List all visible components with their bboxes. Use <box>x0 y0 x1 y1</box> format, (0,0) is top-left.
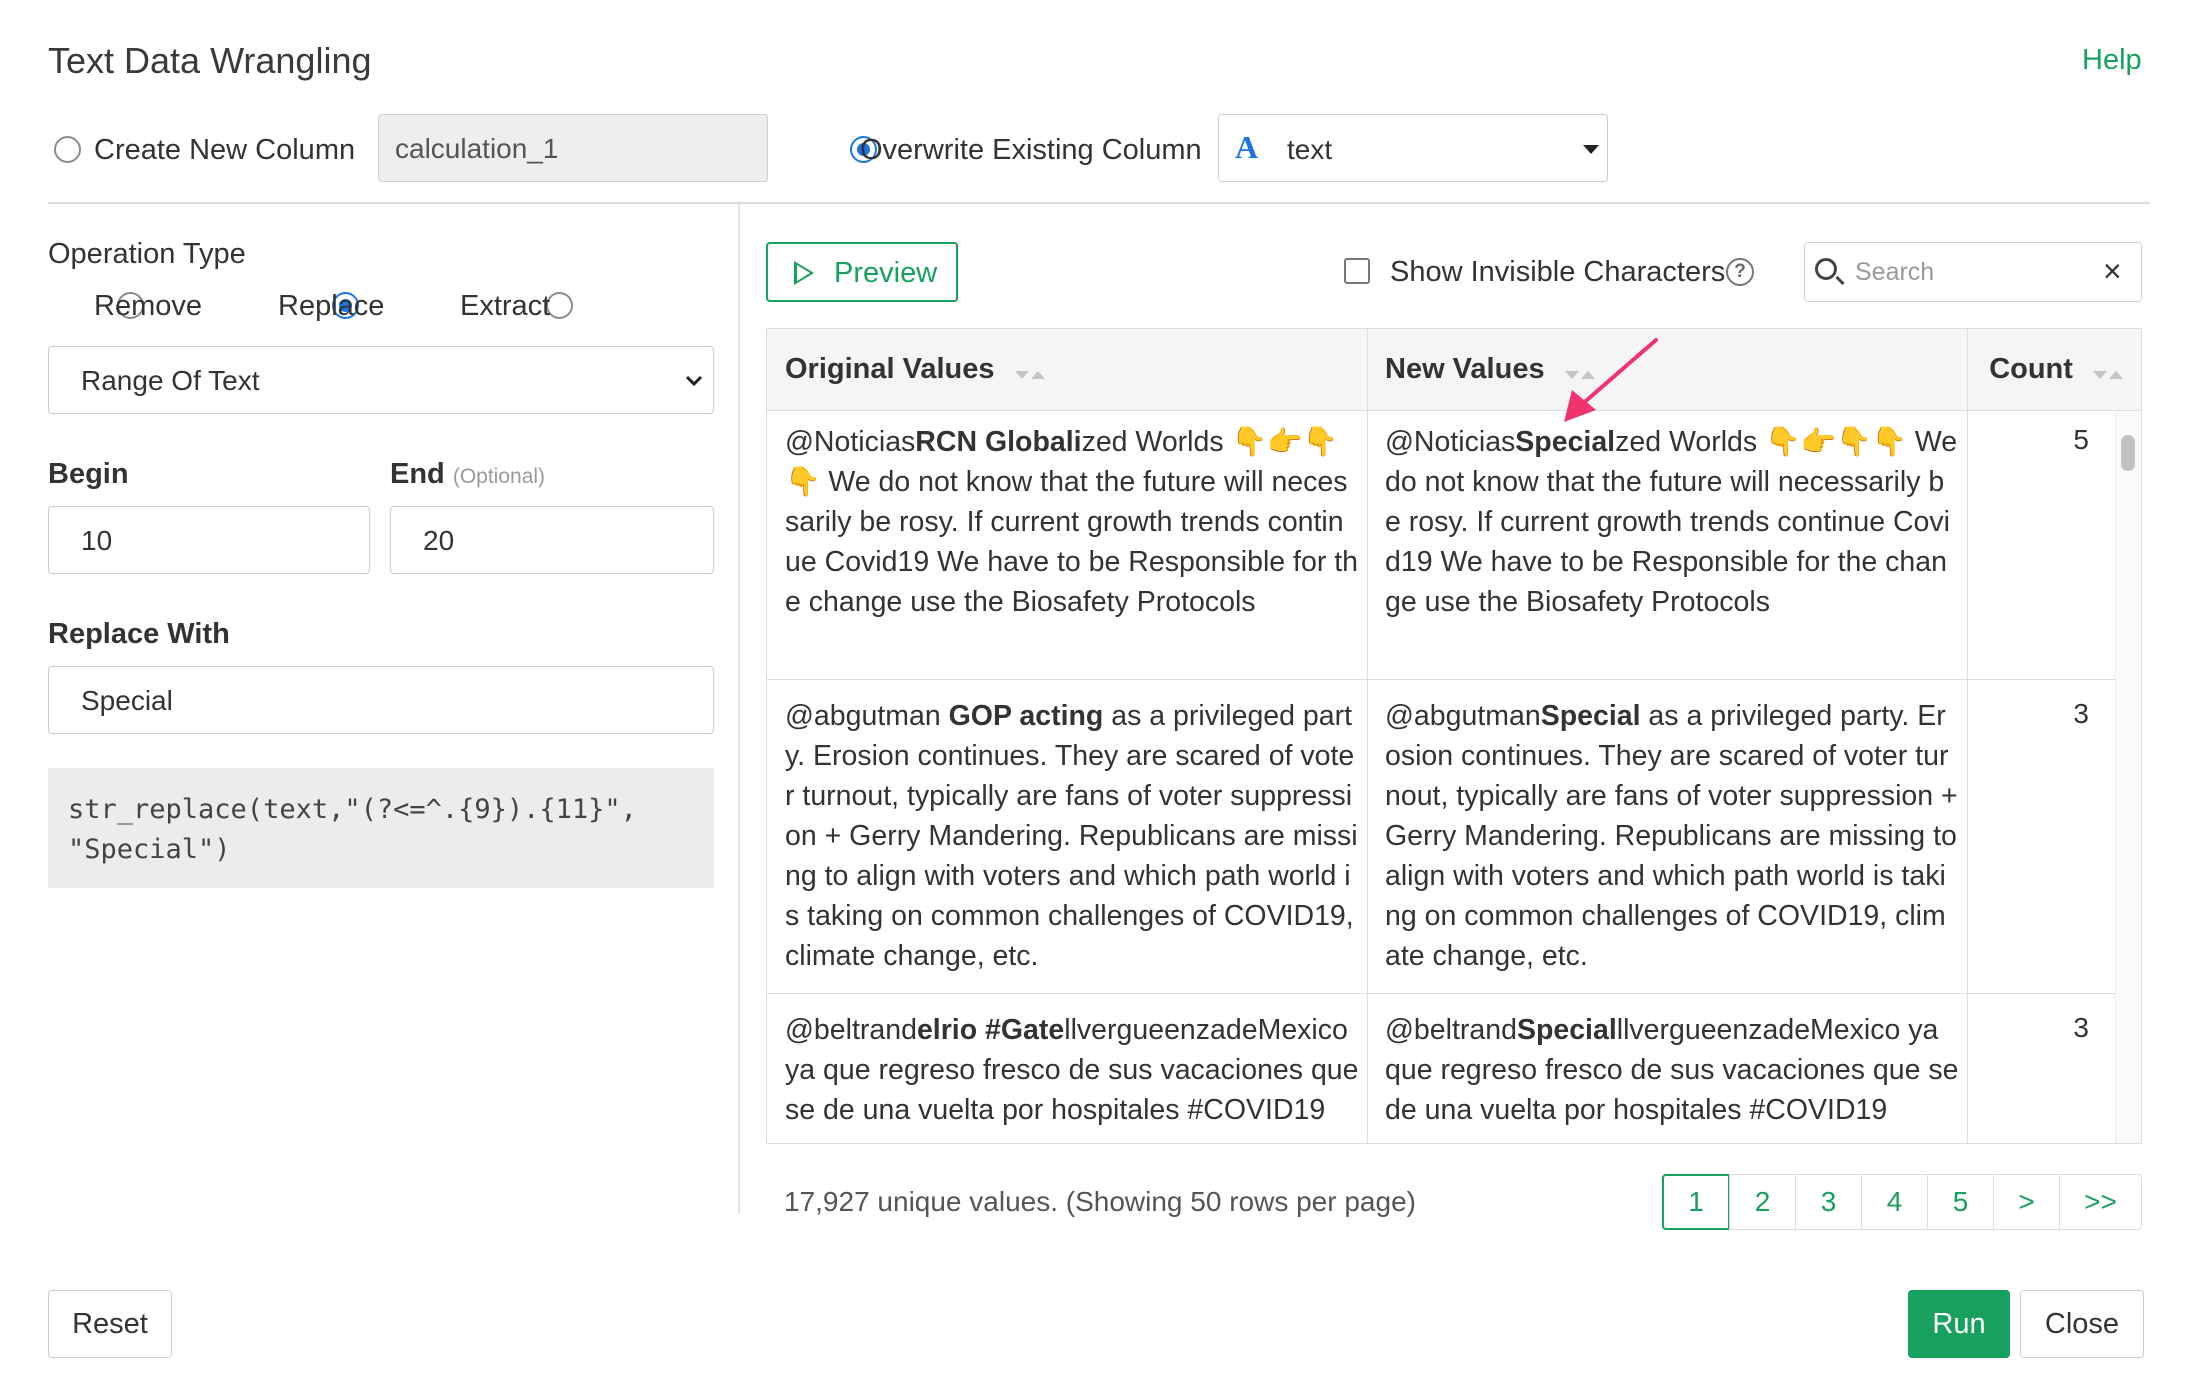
count-cell: 3 <box>2073 698 2089 729</box>
unique-values-summary: 17,927 unique values. (Showing 50 rows p… <box>784 1186 1416 1217</box>
play-icon <box>794 261 814 285</box>
page-button-3[interactable]: 3 <box>1795 1174 1862 1230</box>
target-select-value: Range Of Text <box>81 365 260 396</box>
sort-icon[interactable] <box>2093 354 2123 387</box>
clear-search-icon[interactable]: × <box>2103 253 2122 290</box>
panel-divider <box>738 204 740 1214</box>
caret-down-icon <box>1583 145 1599 154</box>
run-button[interactable]: Run <box>1908 1290 2010 1358</box>
end-label: End (Optional) <box>390 458 545 491</box>
page-button-2[interactable]: 2 <box>1729 1174 1796 1230</box>
begin-input[interactable]: 10 <box>48 506 370 574</box>
sort-icon[interactable] <box>1014 354 1045 387</box>
column-select[interactable]: A text <box>1218 114 1608 182</box>
reset-button[interactable]: Reset <box>48 1290 172 1358</box>
close-button[interactable]: Close <box>2020 1290 2144 1358</box>
last-page-button[interactable]: >> <box>2059 1174 2142 1230</box>
target-select[interactable]: Range Of Text <box>48 346 714 414</box>
expression-preview: str_replace(text,"(?<=^.{9}).{11}", "Spe… <box>48 768 714 888</box>
page-button-5[interactable]: 5 <box>1927 1174 1994 1230</box>
new-value-cell: @NoticiasSpecialzed Worlds 👇👉👇👇 We do no… <box>1385 426 1958 618</box>
count-cell: 5 <box>2073 424 2089 455</box>
show-invisible-label[interactable]: Show Invisible Characters <box>1390 256 1725 289</box>
selected-column-value: text <box>1287 134 1333 165</box>
row-divider <box>767 679 2117 680</box>
column-header-new[interactable]: New Values <box>1367 329 1967 411</box>
row-divider <box>767 993 2117 994</box>
extract-label[interactable]: Extract <box>460 290 550 323</box>
column-header-count[interactable]: Count <box>1967 329 2141 411</box>
help-link[interactable]: Help <box>2082 44 2142 77</box>
question-icon[interactable]: ? <box>1726 258 1754 286</box>
column-divider <box>1967 329 1968 1143</box>
preview-table: Original Values New Values Count @Notici… <box>766 328 2142 1144</box>
optional-hint: (Optional) <box>452 465 546 488</box>
overwrite-column-label[interactable]: Overwrite Existing Column <box>860 134 1202 167</box>
search-icon <box>1815 258 1837 280</box>
original-value-cell: @abgutman GOP acting as a privileged par… <box>785 700 1358 972</box>
create-new-column-label[interactable]: Create New Column <box>94 134 355 167</box>
show-invisible-checkbox[interactable] <box>1344 258 1370 284</box>
original-value-cell: @beltrandelrio #GatellvergueenzadeMexico… <box>785 1014 1359 1126</box>
column-divider <box>1367 329 1368 1143</box>
column-header-original-label: Original Values <box>785 353 995 385</box>
page-button-1[interactable]: 1 <box>1662 1174 1730 1230</box>
end-label-text: End <box>390 458 445 490</box>
replace-with-input[interactable]: Special <box>48 666 714 734</box>
annotation-arrow-icon <box>1564 338 1658 422</box>
create-new-column-radio[interactable] <box>54 136 81 163</box>
vertical-scrollbar[interactable] <box>2115 411 2141 1143</box>
next-page-button[interactable]: > <box>1993 1174 2060 1230</box>
original-value-cell: @NoticiasRCN Globalized Worlds 👇👉👇👇 We d… <box>785 426 1358 618</box>
new-value-cell: @beltrandSpecialllvergueenzadeMexico ya … <box>1385 1014 1959 1126</box>
new-value-cell: @abgutmanSpecial as a privileged party. … <box>1385 700 1958 972</box>
end-input[interactable]: 20 <box>390 506 714 574</box>
scrollbar-thumb[interactable] <box>2121 435 2135 471</box>
column-header-original[interactable]: Original Values <box>767 329 1367 411</box>
replace-with-label: Replace With <box>48 618 230 650</box>
dialog-title: Text Data Wrangling <box>48 40 372 81</box>
begin-label: Begin <box>48 458 129 490</box>
new-column-name-input: calculation_1 <box>378 114 768 182</box>
character-type-icon: A <box>1235 129 1259 165</box>
count-cell: 3 <box>2073 1012 2089 1043</box>
replace-label[interactable]: Replace <box>278 290 384 323</box>
page-button-4[interactable]: 4 <box>1861 1174 1928 1230</box>
chevron-down-icon <box>685 375 703 387</box>
preview-button-label: Preview <box>834 257 938 289</box>
remove-label[interactable]: Remove <box>94 290 202 323</box>
column-header-count-label: Count <box>1989 353 2073 385</box>
column-header-new-label: New Values <box>1385 353 1545 385</box>
search-box[interactable]: Search × <box>1804 242 2142 302</box>
divider <box>48 202 2150 204</box>
preview-button[interactable]: Preview <box>766 242 958 302</box>
search-placeholder: Search <box>1855 258 1935 286</box>
operation-type-heading: Operation Type <box>48 238 246 270</box>
